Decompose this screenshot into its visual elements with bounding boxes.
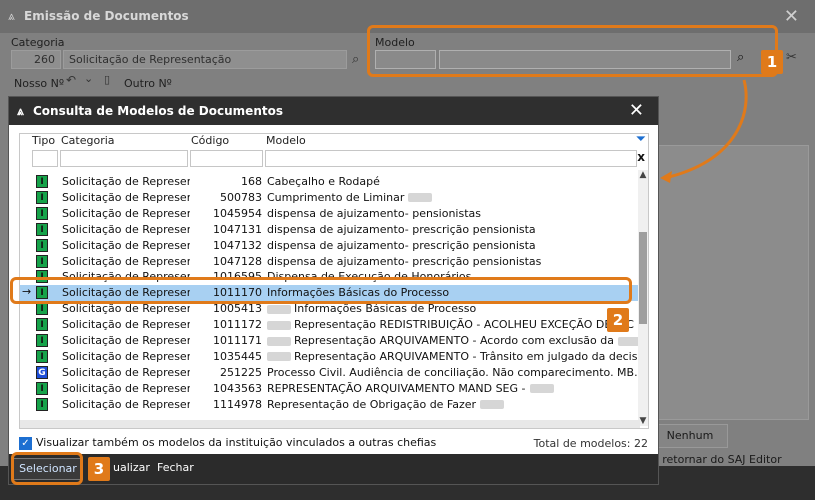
callout-connector-arrow <box>660 79 748 183</box>
